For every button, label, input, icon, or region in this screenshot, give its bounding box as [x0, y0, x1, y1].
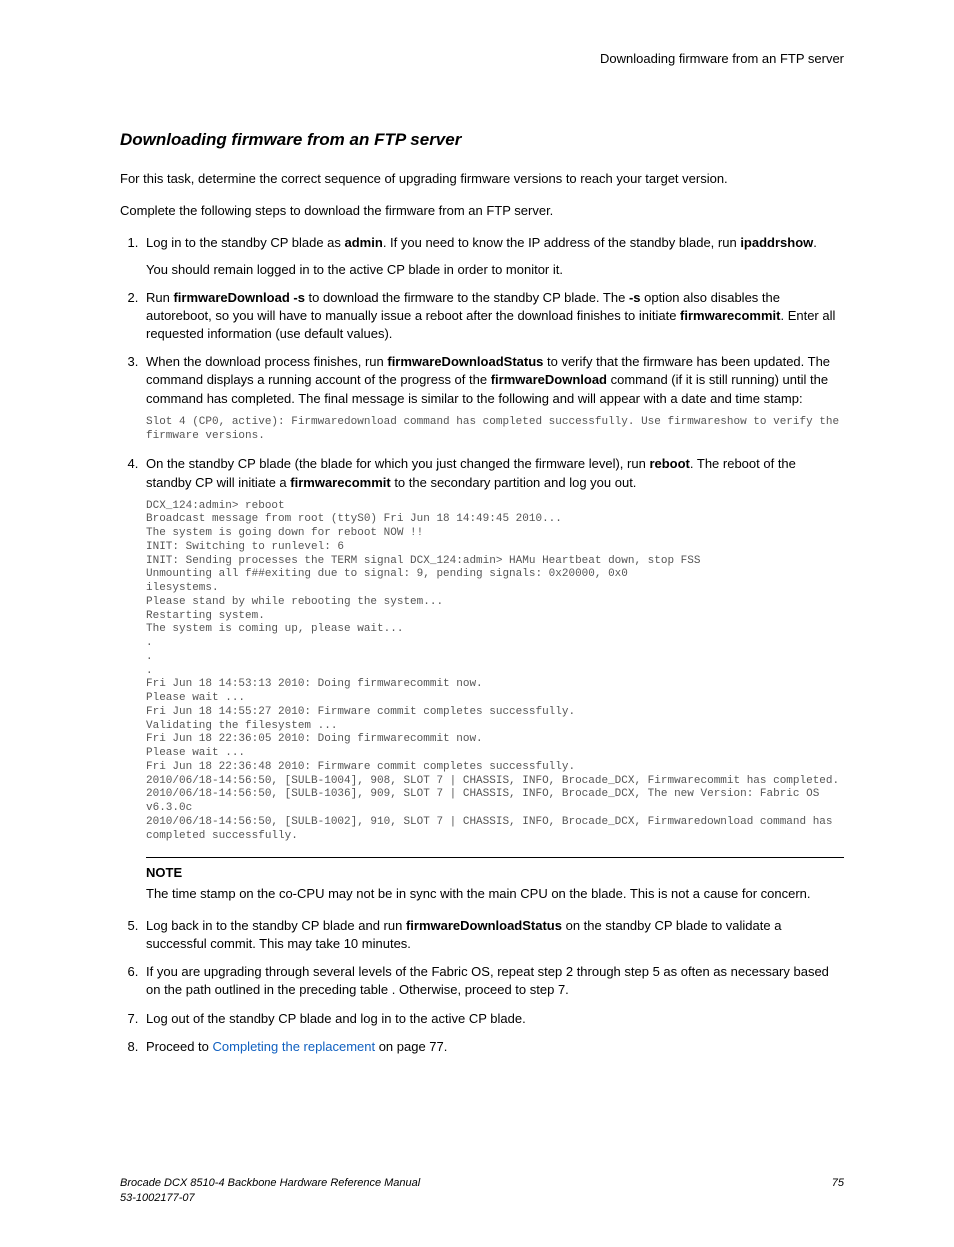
step-7: Log out of the standby CP blade and log … [142, 1010, 844, 1028]
step-2: Run firmwareDownload -s to download the … [142, 289, 844, 344]
step-1-note: You should remain logged in to the activ… [146, 261, 844, 279]
step-4-code: DCX_124:admin> reboot Broadcast message … [146, 500, 844, 844]
section-heading: Downloading firmware from an FTP server [120, 128, 844, 152]
note-title: NOTE [146, 864, 844, 882]
running-header: Downloading firmware from an FTP server [120, 50, 844, 68]
step-8: Proceed to Completing the replacement on… [142, 1038, 844, 1056]
steps-list: Log in to the standby CP blade as admin.… [120, 234, 844, 1056]
note-text: The time stamp on the co-CPU may not be … [146, 885, 844, 903]
footer-title: Brocade DCX 8510-4 Backbone Hardware Ref… [120, 1176, 420, 1191]
intro-paragraph-1: For this task, determine the correct seq… [120, 170, 844, 188]
note-block: NOTE The time stamp on the co-CPU may no… [146, 857, 844, 902]
step-1: Log in to the standby CP blade as admin.… [142, 234, 844, 278]
note-rule [146, 857, 844, 858]
completing-replacement-link[interactable]: Completing the replacement [213, 1039, 376, 1054]
page-footer: Brocade DCX 8510-4 Backbone Hardware Ref… [120, 1176, 844, 1207]
step-6: If you are upgrading through several lev… [142, 963, 844, 999]
step-3-code: Slot 4 (CP0, active): Firmwaredownload c… [146, 416, 844, 444]
step-3: When the download process finishes, run … [142, 353, 844, 443]
step-5: Log back in to the standby CP blade and … [142, 917, 844, 953]
intro-paragraph-2: Complete the following steps to download… [120, 202, 844, 220]
footer-page-number: 75 [832, 1176, 844, 1207]
footer-docnum: 53-1002177-07 [120, 1191, 420, 1206]
step-4: On the standby CP blade (the blade for w… [142, 455, 844, 903]
